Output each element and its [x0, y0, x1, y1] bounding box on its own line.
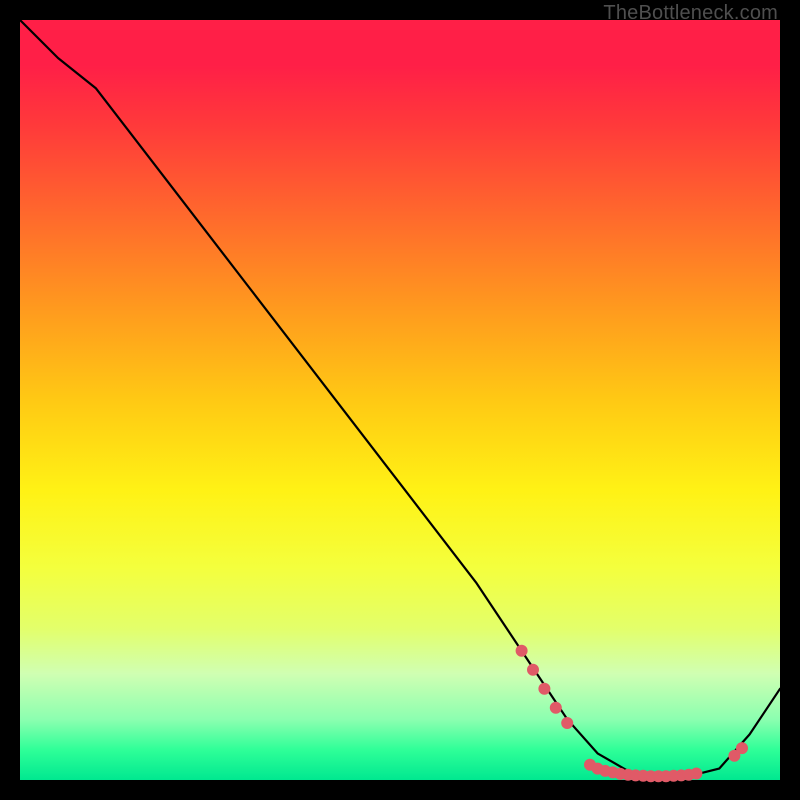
- data-markers: [516, 645, 747, 781]
- chart-svg: [20, 20, 780, 780]
- chart-frame: TheBottleneck.com: [0, 0, 800, 800]
- data-marker: [539, 683, 550, 694]
- data-marker: [516, 645, 527, 656]
- data-marker: [562, 718, 573, 729]
- data-marker: [737, 743, 748, 754]
- bottleneck-curve: [20, 20, 780, 776]
- data-marker: [528, 664, 539, 675]
- plot-area: [20, 20, 780, 780]
- data-marker: [691, 768, 702, 779]
- data-marker: [550, 702, 561, 713]
